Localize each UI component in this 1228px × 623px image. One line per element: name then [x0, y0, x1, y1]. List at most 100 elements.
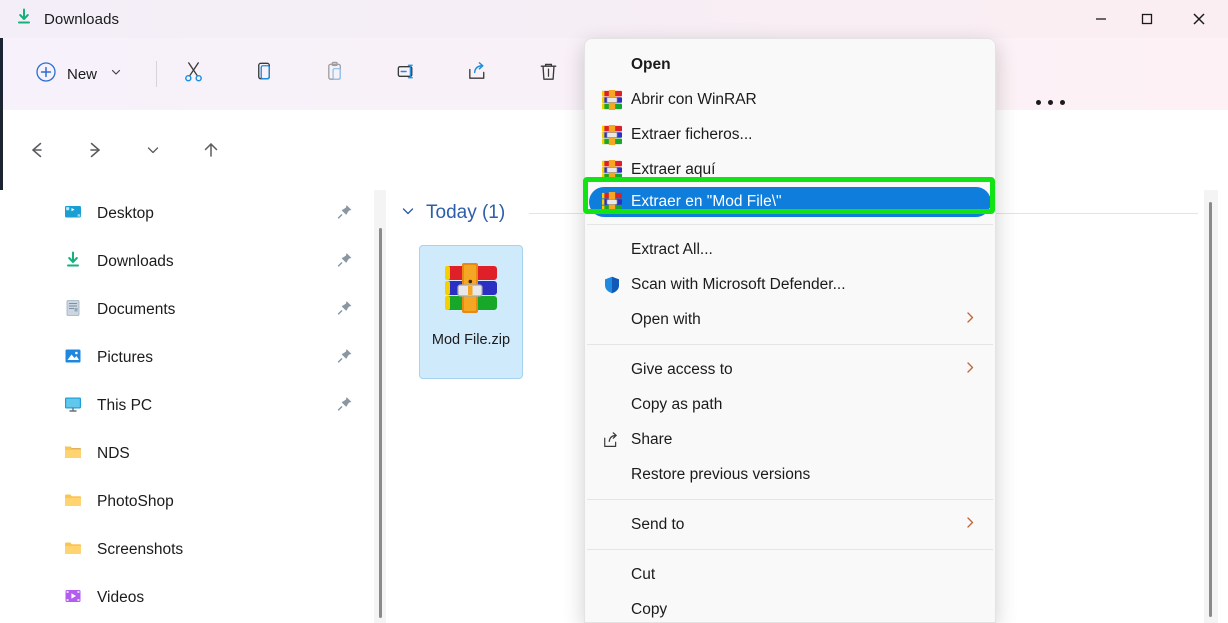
menu-item-label: Give access to	[631, 360, 733, 378]
pin-icon[interactable]	[337, 204, 353, 225]
window-controls	[1078, 0, 1228, 38]
chevron-down-icon	[110, 65, 122, 83]
winrar-icon	[593, 192, 631, 212]
sidebar-item-screenshots[interactable]: Screenshots	[3, 526, 371, 574]
back-button[interactable]	[18, 131, 56, 169]
new-button[interactable]: New	[30, 57, 132, 91]
sidebar-scrollbar-thumb[interactable]	[379, 228, 382, 618]
winrar-icon	[593, 159, 631, 180]
menu-item-extraer-en-mod-file[interactable]: Extraer en "Mod File\"	[589, 187, 991, 217]
share-icon	[466, 60, 489, 88]
menu-item-restore-previous-versions[interactable]: Restore previous versions	[585, 457, 995, 492]
delete-button[interactable]	[526, 55, 570, 93]
menu-item-abrir-con-winrar[interactable]: Abrir con WinRAR	[585, 82, 995, 117]
menu-item-cut[interactable]: Cut	[585, 557, 995, 592]
copy-icon	[253, 60, 276, 88]
paste-button[interactable]	[313, 55, 357, 93]
minimize-button[interactable]	[1078, 0, 1124, 38]
menu-item-extraer-ficheros[interactable]: Extraer ficheros...	[585, 117, 995, 152]
copy-button[interactable]	[242, 55, 286, 93]
sidebar-item-videos[interactable]: Videos	[3, 574, 371, 622]
menu-item-label: Send to	[631, 515, 685, 533]
sidebar-item-label: Downloads	[97, 253, 174, 270]
sidebar-item-pictures[interactable]: Pictures	[3, 334, 371, 382]
pin-icon[interactable]	[337, 396, 353, 417]
downloads-arrow-icon	[14, 7, 34, 32]
file-tile-mod-file-zip[interactable]: Mod File.zip	[419, 245, 523, 379]
menu-item-label: Cut	[631, 565, 656, 583]
title-bar: Downloads	[0, 0, 1228, 38]
sidebar-item-desktop[interactable]: Desktop	[3, 190, 371, 238]
rename-button[interactable]	[384, 55, 428, 93]
folder-icon	[63, 490, 83, 515]
content-scrollbar-thumb[interactable]	[1209, 202, 1212, 617]
recent-locations-button[interactable]	[134, 131, 172, 169]
file-name-label: Mod File.zip	[431, 332, 511, 348]
menu-separator	[587, 224, 993, 225]
downloads-icon	[63, 250, 83, 275]
menu-item-label: Copy as path	[631, 395, 723, 413]
menu-item-copy-as-path[interactable]: Copy as path	[585, 387, 995, 422]
menu-item-label: Extraer en "Mod File\"	[631, 193, 782, 210]
menu-item-extract-all[interactable]: Extract All...	[585, 232, 995, 267]
forward-button[interactable]	[76, 131, 114, 169]
menu-item-open[interactable]: Open	[585, 47, 995, 82]
title-bar-left: Downloads	[0, 0, 119, 38]
pin-icon[interactable]	[337, 300, 353, 321]
menu-separator	[587, 499, 993, 500]
cut-button[interactable]	[171, 55, 215, 93]
menu-item-label: Extract All...	[631, 240, 713, 258]
sidebar-item-label: Screenshots	[97, 541, 184, 558]
menu-item-copy[interactable]: Copy	[585, 592, 995, 622]
chevron-down-icon[interactable]	[400, 203, 416, 224]
file-explorer-window: Downloads New Desktop Downloads Document…	[0, 0, 1228, 623]
menu-item-label: Scan with Microsoft Defender...	[631, 275, 846, 293]
menu-item-label: Copy	[631, 600, 668, 618]
menu-item-send-to[interactable]: Send to	[585, 507, 995, 542]
chevron-right-icon	[963, 360, 977, 379]
pin-icon[interactable]	[337, 348, 353, 369]
sidebar-item-downloads[interactable]: Downloads	[3, 238, 371, 286]
menu-item-give-access-to[interactable]: Give access to	[585, 352, 995, 387]
context-menu: Open Abrir con WinRAR Extraer ficheros..…	[584, 38, 996, 623]
menu-item-open-with[interactable]: Open with	[585, 302, 995, 337]
rename-icon	[395, 60, 418, 88]
sidebar-item-nds[interactable]: NDS	[3, 430, 371, 478]
toolbar-actions	[171, 55, 597, 93]
see-more-button[interactable]	[1036, 100, 1065, 105]
menu-item-label: Extraer ficheros...	[631, 125, 753, 143]
scissors-icon	[182, 60, 205, 88]
menu-item-extraer-aqui[interactable]: Extraer aquí	[585, 152, 995, 187]
pin-icon[interactable]	[337, 252, 353, 273]
close-button[interactable]	[1170, 0, 1228, 38]
menu-item-label: Open with	[631, 310, 701, 328]
winrar-icon	[593, 124, 631, 145]
sidebar-item-photoshop[interactable]: PhotoShop	[3, 478, 371, 526]
navigation-pane: Desktop Downloads Documents Pictures Thi…	[3, 190, 388, 623]
menu-item-share[interactable]: Share	[585, 422, 995, 457]
sidebar-item-label: PhotoShop	[97, 493, 174, 510]
toolbar-divider	[156, 61, 158, 87]
share-button[interactable]	[455, 55, 499, 93]
menu-item-scan-with-defender[interactable]: Scan with Microsoft Defender...	[585, 267, 995, 302]
group-header-label: Today (1)	[426, 202, 506, 223]
maximize-button[interactable]	[1124, 0, 1170, 38]
up-button[interactable]	[192, 131, 230, 169]
sidebar-item-documents[interactable]: Documents	[3, 286, 371, 334]
documents-icon	[63, 298, 83, 323]
sidebar-item-label: NDS	[97, 445, 130, 462]
menu-item-label: Abrir con WinRAR	[631, 90, 757, 108]
videos-icon	[63, 586, 83, 611]
menu-item-label: Restore previous versions	[631, 465, 811, 483]
trash-icon	[537, 60, 560, 88]
desktop-icon	[63, 202, 83, 227]
menu-separator	[587, 549, 993, 550]
menu-item-label: Share	[631, 430, 673, 448]
menu-item-label: Open	[631, 55, 671, 73]
ellipsis-icon	[1036, 100, 1041, 105]
sidebar-item-this-pc[interactable]: This PC	[3, 382, 371, 430]
window-title: Downloads	[44, 10, 120, 28]
navigation-buttons	[18, 131, 230, 169]
chevron-right-icon	[963, 515, 977, 534]
defender-shield-icon	[593, 275, 631, 295]
